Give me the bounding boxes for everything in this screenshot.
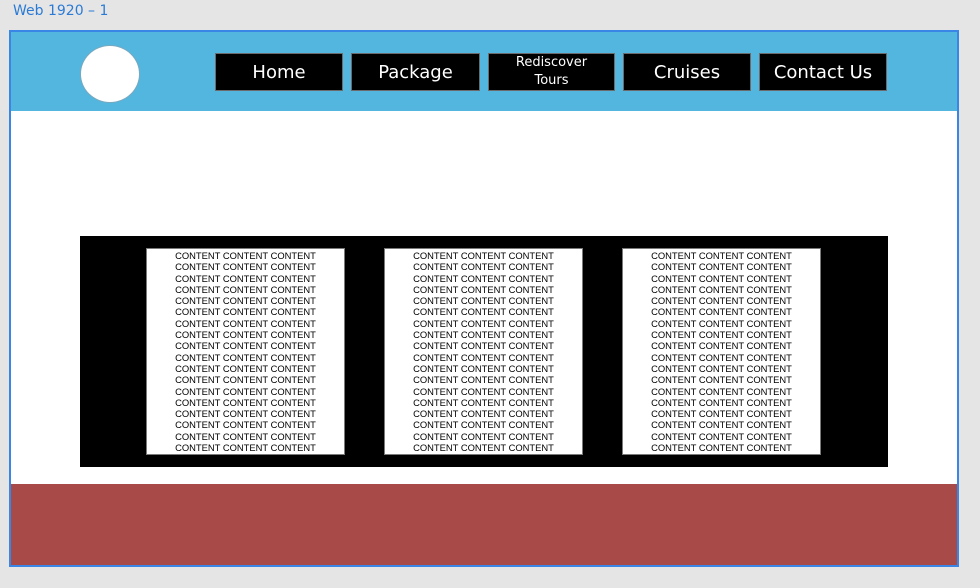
nav-cruises-button[interactable]: Cruises bbox=[623, 53, 751, 91]
card-content-line: CONTENT CONTENT CONTENT bbox=[651, 408, 792, 420]
content-card-1: CONTENT CONTENT CONTENT CONTENT CONTENT C… bbox=[146, 248, 345, 455]
card-content-line: CONTENT CONTENT CONTENT bbox=[175, 385, 316, 397]
card-content-line: CONTENT CONTENT CONTENT bbox=[175, 283, 316, 295]
card-content-line: CONTENT CONTENT CONTENT bbox=[651, 374, 792, 386]
card-content-line: CONTENT CONTENT CONTENT bbox=[175, 329, 316, 341]
card-content-line: CONTENT CONTENT CONTENT bbox=[413, 250, 554, 261]
card-content-line: CONTENT CONTENT CONTENT bbox=[175, 408, 316, 420]
card-content-line: CONTENT CONTENT CONTENT bbox=[651, 295, 792, 307]
card-content-line: CONTENT CONTENT CONTENT bbox=[175, 419, 316, 431]
card-content-line: CONTENT CONTENT CONTENT bbox=[413, 329, 554, 341]
card-content-line: CONTENT CONTENT CONTENT bbox=[651, 396, 792, 408]
nav-contact-us-button[interactable]: Contact Us bbox=[759, 53, 887, 91]
nav-home-button[interactable]: Home bbox=[215, 53, 343, 91]
card-content-line: CONTENT CONTENT CONTENT bbox=[175, 442, 316, 454]
card-content-line: CONTENT CONTENT CONTENT bbox=[413, 261, 554, 273]
nav-cruises-label: Cruises bbox=[653, 61, 721, 83]
card-content-line: CONTENT CONTENT CONTENT bbox=[413, 419, 554, 431]
card-content-line: CONTENT CONTENT CONTENT bbox=[651, 306, 792, 318]
card-content-line: CONTENT CONTENT CONTENT bbox=[413, 306, 554, 318]
artboard-web-1920: Home Package Rediscover Tours Cruises Co… bbox=[9, 30, 959, 567]
card-content-line: CONTENT CONTENT CONTENT bbox=[651, 362, 792, 374]
nav-package-label: Package bbox=[378, 61, 453, 83]
card-content-line: CONTENT CONTENT CONTENT bbox=[175, 374, 316, 386]
card-content-line: CONTENT CONTENT CONTENT bbox=[651, 442, 792, 454]
card-content-line: CONTENT CONTENT CONTENT bbox=[175, 430, 316, 442]
card-content-line: CONTENT CONTENT CONTENT bbox=[651, 351, 792, 363]
card-content-line: CONTENT CONTENT CONTENT bbox=[413, 317, 554, 329]
card-content-line: CONTENT CONTENT CONTENT bbox=[175, 317, 316, 329]
card-content-line: CONTENT CONTENT CONTENT bbox=[175, 362, 316, 374]
footer bbox=[11, 484, 957, 565]
nav-contact-us-label: Contact Us bbox=[773, 61, 873, 83]
card-content-line: CONTENT CONTENT CONTENT bbox=[413, 362, 554, 374]
logo-placeholder[interactable] bbox=[80, 45, 140, 103]
card-content-line: CONTENT CONTENT CONTENT bbox=[651, 272, 792, 284]
card-content-line: CONTENT CONTENT CONTENT bbox=[413, 430, 554, 442]
card-content-line: CONTENT CONTENT CONTENT bbox=[413, 442, 554, 454]
nav-rediscover-tours-button[interactable]: Rediscover Tours bbox=[488, 53, 615, 91]
card-content-line: CONTENT CONTENT CONTENT bbox=[175, 306, 316, 318]
content-band: CONTENT CONTENT CONTENT CONTENT CONTENT C… bbox=[80, 236, 888, 467]
card-content-line: CONTENT CONTENT CONTENT bbox=[651, 261, 792, 273]
header: Home Package Rediscover Tours Cruises Co… bbox=[11, 32, 957, 111]
card-content-line: CONTENT CONTENT CONTENT bbox=[413, 340, 554, 352]
card-content-line: CONTENT CONTENT CONTENT bbox=[413, 385, 554, 397]
nav-package-button[interactable]: Package bbox=[351, 53, 480, 91]
card-content-line: CONTENT CONTENT CONTENT bbox=[651, 340, 792, 352]
card-content-line: CONTENT CONTENT CONTENT bbox=[175, 351, 316, 363]
card-content-line: CONTENT CONTENT CONTENT bbox=[175, 261, 316, 273]
card-content-line: CONTENT CONTENT CONTENT bbox=[413, 408, 554, 420]
card-content-line: CONTENT CONTENT CONTENT bbox=[413, 374, 554, 386]
card-content-line: CONTENT CONTENT CONTENT bbox=[413, 295, 554, 307]
nav-rediscover-tours-label: Rediscover Tours bbox=[515, 55, 588, 88]
card-content-line: CONTENT CONTENT CONTENT bbox=[413, 272, 554, 284]
content-card-2: CONTENT CONTENT CONTENT CONTENT CONTENT C… bbox=[384, 248, 583, 455]
card-content-line: CONTENT CONTENT CONTENT bbox=[175, 272, 316, 284]
card-content-line: CONTENT CONTENT CONTENT bbox=[651, 283, 792, 295]
content-card-3: CONTENT CONTENT CONTENT CONTENT CONTENT C… bbox=[622, 248, 821, 455]
card-content-line: CONTENT CONTENT CONTENT bbox=[651, 317, 792, 329]
card-content-line: CONTENT CONTENT CONTENT bbox=[651, 250, 792, 261]
card-content-line: CONTENT CONTENT CONTENT bbox=[175, 250, 316, 261]
card-content-line: CONTENT CONTENT CONTENT bbox=[175, 340, 316, 352]
card-content-line: CONTENT CONTENT CONTENT bbox=[175, 295, 316, 307]
nav-home-label: Home bbox=[252, 61, 306, 83]
card-content-line: CONTENT CONTENT CONTENT bbox=[651, 419, 792, 431]
card-content-line: CONTENT CONTENT CONTENT bbox=[651, 430, 792, 442]
artboard-label: Web 1920 – 1 bbox=[13, 3, 109, 19]
card-content-line: CONTENT CONTENT CONTENT bbox=[651, 385, 792, 397]
card-content-line: CONTENT CONTENT CONTENT bbox=[413, 351, 554, 363]
card-content-line: CONTENT CONTENT CONTENT bbox=[413, 396, 554, 408]
card-content-line: CONTENT CONTENT CONTENT bbox=[413, 283, 554, 295]
card-content-line: CONTENT CONTENT CONTENT bbox=[651, 329, 792, 341]
card-content-line: CONTENT CONTENT CONTENT bbox=[175, 396, 316, 408]
